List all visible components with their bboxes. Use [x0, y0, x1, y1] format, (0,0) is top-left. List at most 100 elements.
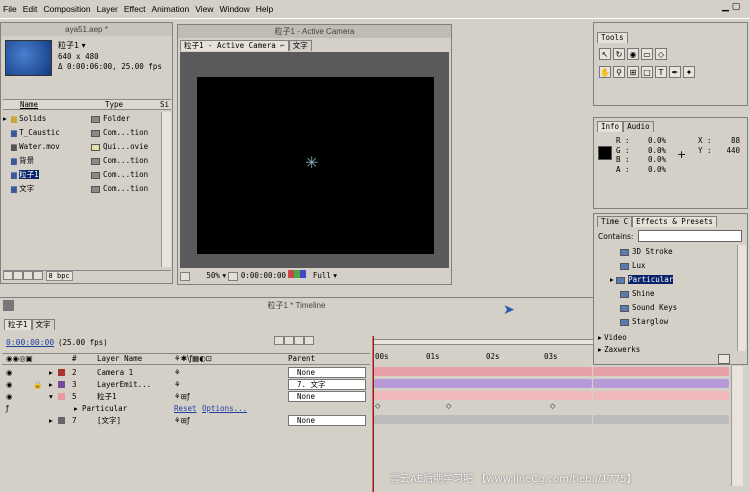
text-tool-icon[interactable]: T: [655, 66, 667, 78]
col-type-header[interactable]: Type: [105, 100, 123, 109]
project-panel: aya51.aep * 粒子1 ▾ 640 x 480 Δ 0:00:06:00…: [0, 22, 173, 284]
list-item[interactable]: ▆ Water.mov Qui...ovie: [3, 140, 148, 153]
menu-view[interactable]: View: [192, 0, 216, 19]
layer-bar-wenzi[interactable]: [374, 415, 592, 424]
project-title: aya51.aep *: [1, 23, 172, 36]
col-size-header[interactable]: Si: [160, 100, 169, 109]
menu-window[interactable]: Window: [217, 0, 253, 19]
window-controls[interactable]: ▁ ▢: [722, 2, 748, 17]
puppet-tool-icon[interactable]: ✦: [683, 66, 695, 78]
col-name-header[interactable]: Name: [20, 100, 38, 109]
keyframe-icon[interactable]: ◇: [375, 402, 380, 410]
draft-3d-icon[interactable]: [284, 336, 294, 345]
menu-edit[interactable]: Edit: [20, 0, 41, 19]
safe-zones-icon[interactable]: [228, 271, 239, 281]
layer-bar-emitter[interactable]: [374, 379, 592, 388]
new-folder-icon[interactable]: [13, 271, 23, 280]
list-item[interactable]: ▸ ▆ Solids Folder: [3, 112, 130, 125]
timeline-fps: (25.00 fps): [58, 338, 108, 347]
time-graph[interactable]: 00s 01s 02s 03s ◇ ◇ ◇: [372, 336, 594, 492]
menu-layer[interactable]: Layer: [94, 0, 121, 19]
list-item[interactable]: ▆ T_Caustic Com...tion: [3, 126, 148, 139]
effects-search-input[interactable]: [638, 230, 742, 242]
motion-blur-icon[interactable]: [304, 336, 314, 345]
list-item[interactable]: ▆ 文字 Com...tion: [3, 182, 148, 195]
hide-shy-icon[interactable]: [294, 336, 304, 345]
layer-bar-camera[interactable]: [374, 367, 592, 376]
comp-size: 640 x 480: [58, 52, 99, 61]
interpret-footage-icon[interactable]: [3, 271, 13, 280]
always-preview-icon[interactable]: [180, 271, 190, 281]
parent-select[interactable]: None: [288, 415, 366, 426]
list-item[interactable]: ▸ Particular: [610, 273, 674, 286]
parent-select[interactable]: None: [288, 391, 366, 402]
timeline-scrollbar[interactable]: [731, 366, 743, 486]
orbit-tool-icon[interactable]: ◉: [627, 48, 639, 60]
effects-scrollbar[interactable]: [737, 245, 746, 351]
eraser-tool-icon[interactable]: ◇: [655, 48, 667, 60]
tab-comp-wenzi[interactable]: 文字: [31, 319, 55, 330]
pan-behind-icon[interactable]: ⊞: [627, 66, 639, 78]
parent-select[interactable]: None: [288, 367, 366, 378]
comp-mini-flowchart-icon[interactable]: [274, 336, 284, 345]
timeline-timecode[interactable]: 0:00:00:00: [6, 338, 54, 347]
tab-comp-lizi[interactable]: 粒子1: [4, 319, 32, 330]
menu-effect[interactable]: Effect: [121, 0, 149, 19]
col-layer-header[interactable]: Layer Name: [97, 354, 142, 363]
table-row[interactable]: ▸ 7 [文字] ⚘⊞ƒ None: [2, 414, 370, 427]
list-item[interactable]: ▸ Zaxwerks: [598, 343, 640, 356]
trash-icon[interactable]: [33, 271, 43, 280]
tab-audio[interactable]: Audio: [623, 121, 654, 132]
comp-timecode[interactable]: 0:00:00:00: [241, 271, 286, 280]
tab-wenzi[interactable]: 文字: [288, 40, 312, 51]
list-item[interactable]: 3D Stroke: [620, 245, 673, 258]
comp-name[interactable]: 粒子1 ▾: [58, 40, 86, 51]
composition-window: 粒子1 - Active Camera 粒子1 - Active Camera …: [177, 24, 452, 285]
list-item[interactable]: ▆ 背景 Com...tion: [3, 154, 148, 167]
comp-canvas[interactable]: ✳: [197, 77, 434, 254]
list-item[interactable]: Starglow: [620, 315, 668, 328]
tab-effects-presets[interactable]: Effects & Presets: [632, 216, 717, 227]
col-num-header: #: [72, 354, 77, 363]
menu-animation[interactable]: Animation: [148, 0, 192, 19]
layer-bar-emitter-ext: [593, 379, 729, 388]
ruler-label-2: 02s: [486, 352, 500, 361]
parent-select[interactable]: 7. 文字: [288, 379, 366, 390]
current-time-indicator[interactable]: [373, 336, 374, 492]
new-preset-icon[interactable]: [718, 354, 730, 364]
list-item[interactable]: Sound Keys: [620, 301, 677, 314]
resolution-select[interactable]: Full: [313, 271, 331, 280]
tab-active-camera[interactable]: 粒子1 - Active Camera ⌐: [180, 40, 289, 51]
rotate-tool-icon[interactable]: ↻: [613, 48, 625, 60]
timeline-window-icon: [3, 300, 14, 311]
col-parent-header[interactable]: Parent: [288, 354, 315, 363]
hand-tool-icon[interactable]: ✋: [599, 66, 611, 78]
rect-mask-icon[interactable]: ▭: [641, 48, 653, 60]
crosshair-icon: +: [677, 148, 687, 161]
rect-tool-icon[interactable]: □: [641, 66, 653, 78]
zoom-tool-icon[interactable]: ⚲: [613, 66, 625, 78]
tab-info[interactable]: Info: [597, 121, 624, 132]
list-item[interactable]: Shine: [620, 287, 655, 300]
project-scrollbar[interactable]: [161, 112, 171, 267]
keyframe-icon[interactable]: ◇: [446, 402, 451, 410]
tab-time-controls[interactable]: Time C: [597, 216, 633, 227]
zoom-select[interactable]: 50%: [206, 271, 220, 280]
pen-tool-icon[interactable]: ✒: [669, 66, 681, 78]
bpc-button[interactable]: 8 bpc: [45, 271, 73, 281]
viewer-area[interactable]: ✳: [180, 52, 449, 268]
work-area-bar[interactable]: [373, 339, 594, 345]
list-item[interactable]: Lux: [620, 259, 646, 272]
menu-file[interactable]: File: [0, 0, 20, 19]
info-a-value: 0.0%: [648, 164, 667, 174]
new-comp-icon[interactable]: [23, 271, 33, 280]
keyframe-icon[interactable]: ◇: [550, 402, 555, 410]
layer-bar-lizi[interactable]: [374, 391, 592, 400]
list-item[interactable]: ▆ 粒子1 Com...tion: [3, 168, 148, 181]
menu-composition[interactable]: Composition: [40, 0, 93, 19]
tab-tools[interactable]: Tools: [597, 32, 628, 43]
comp-window-title: 粒子1 - Active Camera: [178, 25, 451, 38]
selection-tool-icon[interactable]: ↖: [599, 48, 611, 60]
menu-help[interactable]: Help: [253, 0, 276, 19]
layer-name[interactable]: [文字]: [97, 414, 121, 427]
